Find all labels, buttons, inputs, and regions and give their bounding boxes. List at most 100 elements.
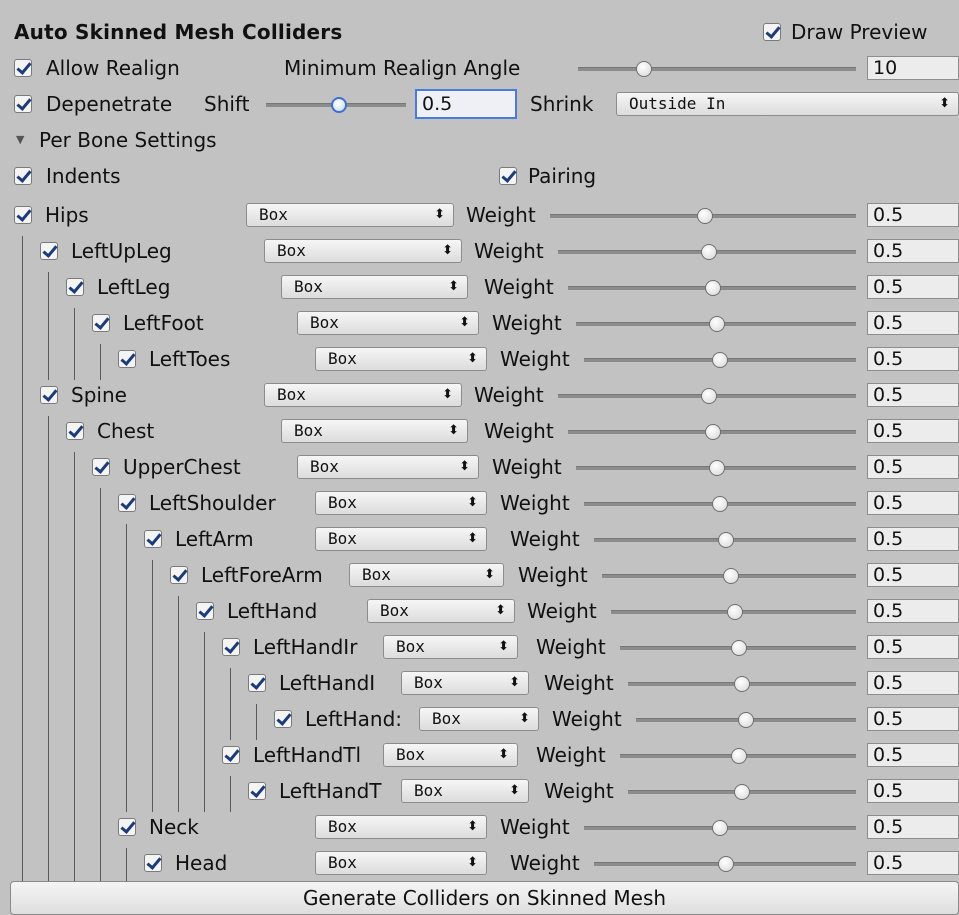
bone-enable-checkbox[interactable] [14, 206, 32, 224]
shrink-value: Outside In [629, 94, 726, 113]
tree-guide-line [152, 704, 153, 740]
min-realign-angle-field[interactable]: 10 [867, 56, 959, 80]
collider-shape-dropdown[interactable]: Box ⬍ [315, 527, 487, 551]
weight-slider-thumb[interactable] [701, 388, 717, 404]
weight-field[interactable]: 0.5 [867, 275, 959, 299]
weight-field[interactable]: 0.5 [867, 779, 959, 803]
allow-realign-label: Allow Realign [46, 56, 180, 80]
bone-enable-checkbox[interactable] [170, 566, 188, 584]
weight-field[interactable]: 0.5 [867, 239, 959, 263]
min-realign-angle-track[interactable] [578, 67, 856, 71]
collider-shape-dropdown[interactable]: Box ⬍ [315, 347, 487, 371]
depenetrate-checkbox[interactable] [14, 95, 32, 113]
bone-name-label: LeftFoot [123, 311, 204, 335]
bone-enable-checkbox[interactable] [118, 494, 136, 512]
collider-shape-dropdown[interactable]: Box ⬍ [297, 455, 479, 479]
collider-shape-dropdown[interactable]: Box ⬍ [383, 743, 518, 767]
weight-slider-thumb[interactable] [727, 604, 743, 620]
per-bone-settings-foldout[interactable]: Per Bone Settings [39, 128, 217, 152]
pairing-checkbox[interactable] [499, 167, 517, 185]
weight-field[interactable]: 0.5 [867, 419, 959, 443]
collider-shape-dropdown[interactable]: Box ⬍ [401, 671, 529, 695]
collider-shape-dropdown[interactable]: Box ⬍ [401, 779, 529, 803]
bone-enable-checkbox[interactable] [66, 278, 84, 296]
min-realign-angle-thumb[interactable] [636, 61, 652, 77]
weight-field[interactable]: 0.5 [867, 491, 959, 515]
bone-enable-checkbox[interactable] [66, 422, 84, 440]
bone-enable-checkbox[interactable] [40, 242, 58, 260]
bone-enable-checkbox[interactable] [144, 530, 162, 548]
weight-label: Weight [536, 743, 606, 767]
bone-enable-checkbox[interactable] [144, 854, 162, 872]
bone-enable-checkbox[interactable] [92, 458, 110, 476]
weight-slider-thumb[interactable] [718, 856, 734, 872]
weight-field[interactable]: 0.5 [867, 635, 959, 659]
weight-slider-thumb[interactable] [712, 352, 728, 368]
weight-slider-thumb[interactable] [712, 820, 728, 836]
depenetrate-label: Depenetrate [46, 92, 173, 116]
collider-shape-dropdown[interactable]: Box ⬍ [281, 275, 468, 299]
bone-enable-checkbox[interactable] [118, 818, 136, 836]
collider-shape-dropdown[interactable]: Box ⬍ [367, 599, 515, 623]
weight-field[interactable]: 0.5 [867, 599, 959, 623]
foldout-arrow-icon[interactable]: ▼ [16, 128, 24, 152]
weight-slider-thumb[interactable] [705, 424, 721, 440]
collider-shape-dropdown[interactable]: Box ⬍ [315, 815, 487, 839]
collider-shape-dropdown[interactable]: Box ⬍ [281, 419, 468, 443]
bone-enable-checkbox[interactable] [274, 710, 292, 728]
weight-field[interactable]: 0.5 [867, 383, 959, 407]
weight-slider-thumb[interactable] [723, 568, 739, 584]
collider-shape-dropdown[interactable]: Box ⬍ [297, 311, 479, 335]
weight-field[interactable]: 0.5 [867, 347, 959, 371]
bone-enable-checkbox[interactable] [222, 746, 240, 764]
bone-enable-checkbox[interactable] [92, 314, 110, 332]
dropdown-arrow-icon: ⬍ [509, 675, 520, 690]
collider-shape-value: Box [396, 637, 425, 656]
weight-slider-thumb[interactable] [731, 640, 747, 656]
weight-slider-thumb[interactable] [734, 676, 750, 692]
bone-enable-checkbox[interactable] [196, 602, 214, 620]
bone-enable-checkbox[interactable] [248, 782, 266, 800]
weight-field[interactable]: 0.5 [867, 671, 959, 695]
weight-slider-thumb[interactable] [718, 532, 734, 548]
indents-checkbox[interactable] [14, 167, 32, 185]
shrink-dropdown[interactable]: Outside In ⬍ [616, 92, 959, 116]
weight-field[interactable]: 0.5 [867, 563, 959, 587]
collider-shape-dropdown[interactable]: Box ⬍ [383, 635, 518, 659]
weight-slider-thumb[interactable] [709, 316, 725, 332]
weight-field[interactable]: 0.5 [867, 311, 959, 335]
weight-slider-thumb[interactable] [731, 748, 747, 764]
weight-field[interactable]: 0.5 [867, 203, 959, 227]
weight-field[interactable]: 0.5 [867, 851, 959, 875]
collider-shape-dropdown[interactable]: Box ⬍ [315, 851, 487, 875]
shift-field[interactable]: 0.5 [415, 89, 517, 119]
collider-shape-dropdown[interactable]: Box ⬍ [315, 491, 487, 515]
weight-slider-thumb[interactable] [738, 712, 754, 728]
weight-slider-thumb[interactable] [701, 244, 717, 260]
collider-shape-dropdown[interactable]: Box ⬍ [419, 707, 539, 731]
allow-realign-checkbox[interactable] [14, 59, 32, 77]
draw-preview-checkbox[interactable] [763, 23, 781, 41]
weight-field[interactable]: 0.5 [867, 707, 959, 731]
bone-enable-checkbox[interactable] [118, 350, 136, 368]
collider-shape-dropdown[interactable]: Box ⬍ [264, 239, 462, 263]
weight-field[interactable]: 0.5 [867, 743, 959, 767]
shift-thumb[interactable] [331, 97, 347, 113]
bone-enable-checkbox[interactable] [248, 674, 266, 692]
weight-slider-thumb[interactable] [709, 460, 725, 476]
weight-slider-thumb[interactable] [705, 280, 721, 296]
weight-field[interactable]: 0.5 [867, 527, 959, 551]
weight-slider-thumb[interactable] [697, 208, 713, 224]
tree-guide-line [74, 488, 75, 524]
bone-enable-checkbox[interactable] [40, 386, 58, 404]
weight-slider-thumb[interactable] [734, 784, 750, 800]
bone-enable-checkbox[interactable] [222, 638, 240, 656]
collider-shape-dropdown[interactable]: Box ⬍ [349, 563, 504, 587]
weight-slider-thumb[interactable] [712, 496, 728, 512]
weight-field[interactable]: 0.5 [867, 815, 959, 839]
collider-shape-dropdown[interactable]: Box ⬍ [246, 203, 454, 227]
collider-shape-dropdown[interactable]: Box ⬍ [264, 383, 462, 407]
generate-colliders-button[interactable]: Generate Colliders on Skinned Mesh [10, 881, 959, 915]
weight-field[interactable]: 0.5 [867, 455, 959, 479]
bone-name-label: LeftToes [149, 347, 231, 371]
